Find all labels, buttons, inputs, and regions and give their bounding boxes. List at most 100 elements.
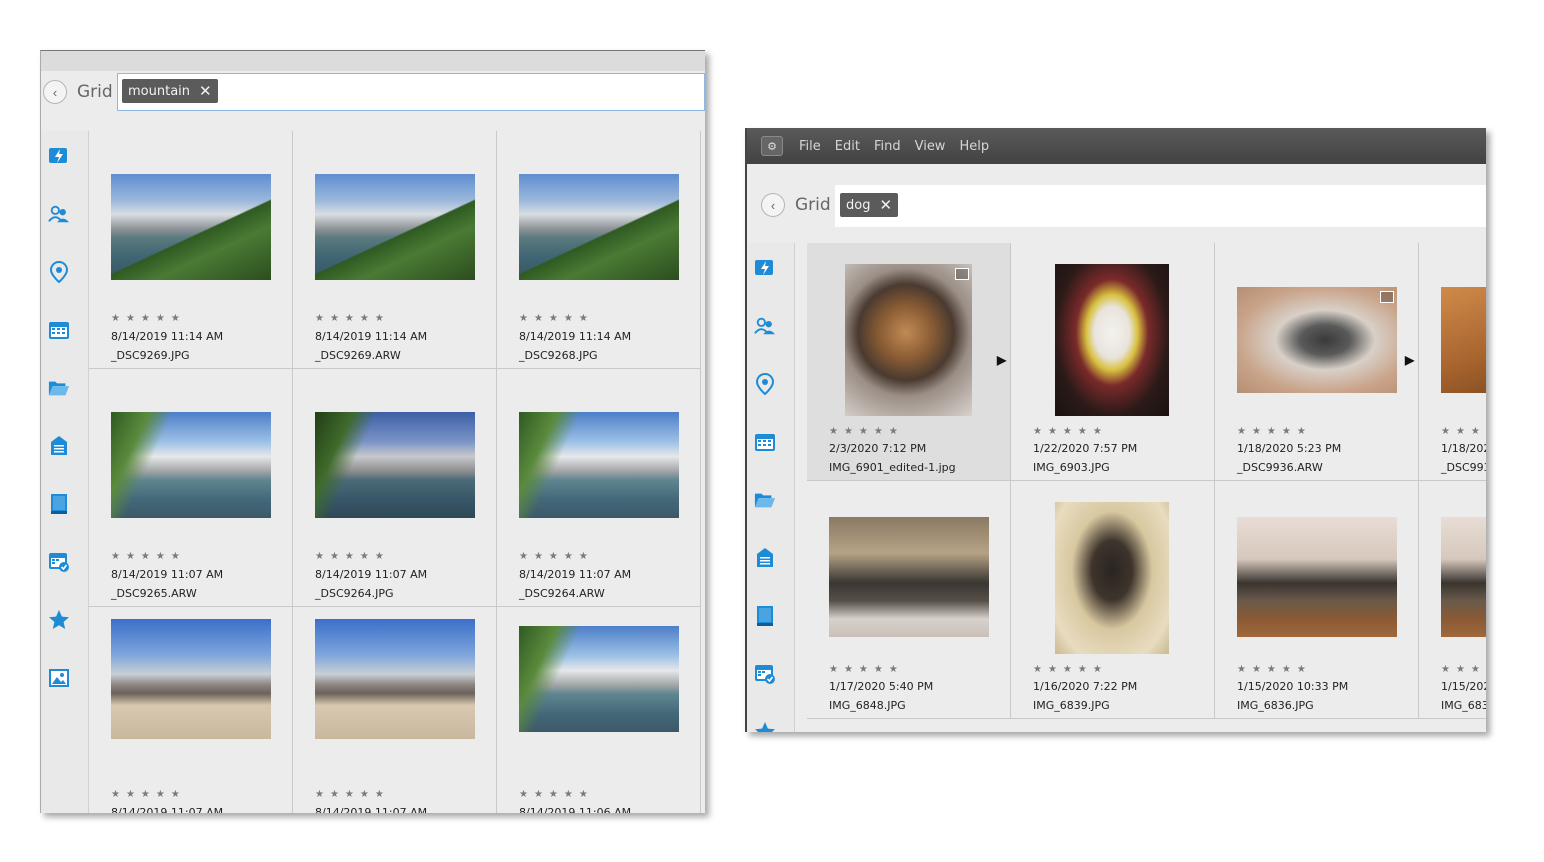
star-rating[interactable]: ★★★ [1441, 664, 1486, 675]
menu-help[interactable]: Help [959, 139, 989, 154]
photo-thumbnail[interactable] [315, 619, 475, 739]
search-input[interactable]: dog ✕ [835, 185, 1486, 227]
star-rating[interactable]: ★★★★★ [519, 789, 594, 800]
saved-search-icon[interactable] [754, 663, 776, 685]
instant-fix-icon[interactable] [48, 145, 70, 167]
places-icon[interactable] [754, 373, 776, 395]
grid-item[interactable]: ★★★★★ 8/14/2019 11:14 AM _DSC9269.ARW [293, 131, 497, 369]
file-name: IMG_6848.JPG [829, 699, 906, 712]
people-icon[interactable] [48, 203, 70, 225]
media-icon[interactable] [48, 667, 70, 689]
star-rating[interactable]: ★★★★★ [519, 313, 594, 324]
search-input[interactable]: mountain ✕ [117, 73, 705, 111]
star-rating[interactable]: ★★★★★ [519, 551, 594, 562]
favorites-icon[interactable] [48, 609, 70, 631]
grid-item[interactable]: ★★★★★ 1/17/2020 5:40 PM IMG_6848.JPG [807, 481, 1011, 719]
close-icon[interactable]: ✕ [199, 82, 212, 100]
menu-file[interactable]: File [799, 139, 821, 154]
file-name: IMG_6836.JPG [1237, 699, 1314, 712]
file-name: _DSC993 [1441, 461, 1486, 474]
photo-thumbnail[interactable] [111, 412, 271, 518]
grid-item[interactable]: ★★★★★ 8/14/2019 11:07 AM _DSC9264.JPG [293, 369, 497, 607]
photo-thumbnail[interactable] [1237, 287, 1397, 393]
folders-icon[interactable] [48, 377, 70, 399]
star-rating[interactable]: ★★★★★ [829, 664, 904, 675]
edited-badge-icon[interactable] [955, 268, 969, 280]
grid-item[interactable]: ★★★★★ 1/18/2020 5:23 PM _DSC9936.ARW ▶ [1215, 243, 1419, 481]
expand-stack-arrow-icon[interactable]: ▶ [1405, 353, 1414, 367]
photo-thumbnail[interactable] [845, 264, 972, 416]
grid-item[interactable]: ★★★★★ 8/14/2019 11:06 AM [497, 607, 701, 813]
folders-icon[interactable] [754, 489, 776, 511]
star-rating[interactable]: ★★★★★ [1237, 426, 1312, 437]
photo-thumbnail[interactable] [1237, 517, 1397, 637]
saved-search-icon[interactable] [48, 551, 70, 573]
chevron-left-icon[interactable]: ‹ [43, 80, 67, 104]
title-strip [41, 51, 705, 71]
close-icon[interactable]: ✕ [879, 196, 892, 214]
photo-thumbnail[interactable] [1055, 264, 1169, 416]
grid-item[interactable]: ★★★★★ 8/14/2019 11:07 AM [293, 607, 497, 813]
photo-thumbnail[interactable] [519, 174, 679, 280]
photo-thumbnail[interactable] [111, 174, 271, 280]
star-rating[interactable]: ★★★★★ [111, 551, 186, 562]
grid-item[interactable]: ★★★★★ 2/3/2020 7:12 PM IMG_6901_edited-1.j… [807, 243, 1011, 481]
instant-fix-icon[interactable] [754, 257, 776, 279]
grid-item[interactable]: ★★★★★ 8/14/2019 11:07 AM [89, 607, 293, 813]
capture-date: 1/22/2020 7:57 PM [1033, 442, 1138, 455]
grid-item[interactable]: ★★★★★ 8/14/2019 11:07 AM _DSC9264.ARW [497, 369, 701, 607]
people-icon[interactable] [754, 315, 776, 337]
file-name: _DSC9264.JPG [315, 587, 394, 600]
file-name: _DSC9936.ARW [1237, 461, 1323, 474]
search-tag[interactable]: mountain ✕ [122, 79, 218, 103]
stack-badge-icon[interactable] [1380, 291, 1394, 303]
places-icon[interactable] [48, 261, 70, 283]
grid-item[interactable]: ★★★★★ 1/15/2020 10:33 PM IMG_6836.JPG [1215, 481, 1419, 719]
grid-item[interactable]: ★★★★★ 8/14/2019 11:14 AM _DSC9268.JPG [497, 131, 701, 369]
star-rating[interactable]: ★★★★★ [315, 313, 390, 324]
star-rating[interactable]: ★★★★★ [315, 789, 390, 800]
photo-thumbnail[interactable] [519, 412, 679, 518]
menu-view[interactable]: View [915, 139, 946, 154]
capture-date: 8/14/2019 11:07 AM [315, 806, 428, 813]
grid-item[interactable]: ★★★★★ 1/22/2020 7:57 PM IMG_6903.JPG [1011, 243, 1215, 481]
star-rating[interactable]: ★★★★★ [111, 789, 186, 800]
albums-icon[interactable] [754, 605, 776, 627]
photo-thumbnail[interactable] [315, 412, 475, 518]
grid-view-label: Grid [795, 195, 831, 215]
star-rating[interactable]: ★★★★★ [315, 551, 390, 562]
photo-thumbnail[interactable] [829, 517, 989, 637]
photo-thumbnail[interactable] [111, 619, 271, 739]
file-name: _DSC9264.ARW [519, 587, 605, 600]
search-tag[interactable]: dog ✕ [840, 193, 899, 217]
albums-icon[interactable] [48, 493, 70, 515]
star-rating[interactable]: ★★★★★ [111, 313, 186, 324]
star-rating[interactable]: ★★★★★ [829, 426, 904, 437]
file-name: _DSC9269.JPG [111, 349, 190, 362]
grid-item[interactable]: ★★★★★ 1/16/2020 7:22 PM IMG_6839.JPG [1011, 481, 1215, 719]
photo-thumbnail[interactable] [1055, 502, 1169, 654]
tags-icon[interactable] [48, 435, 70, 457]
favorites-icon[interactable] [754, 721, 776, 732]
tags-icon[interactable] [754, 547, 776, 569]
search-row: ‹ Grid mountain ✕ [41, 71, 705, 129]
star-rating[interactable]: ★★★ [1441, 426, 1486, 437]
events-icon[interactable] [48, 319, 70, 341]
photo-thumbnail[interactable] [519, 626, 679, 732]
photo-thumbnail[interactable] [1441, 287, 1486, 393]
grid-item[interactable]: ★★★★★ 8/14/2019 11:07 AM _DSC9265.ARW [89, 369, 293, 607]
grid-item[interactable]: ★★★ 1/18/202 _DSC993 [1419, 243, 1486, 481]
expand-stack-arrow-icon[interactable]: ▶ [997, 353, 1006, 367]
star-rating[interactable]: ★★★★★ [1033, 426, 1108, 437]
star-rating[interactable]: ★★★★★ [1237, 664, 1312, 675]
grid-item[interactable]: ★★★ 1/15/202 IMG_683 [1419, 481, 1486, 719]
chevron-left-icon[interactable]: ‹ [761, 193, 785, 217]
photo-thumbnail[interactable] [1441, 517, 1486, 637]
photo-thumbnail[interactable] [315, 174, 475, 280]
star-rating[interactable]: ★★★★★ [1033, 664, 1108, 675]
menu-find[interactable]: Find [874, 139, 901, 154]
menu-edit[interactable]: Edit [835, 139, 860, 154]
capture-date: 8/14/2019 11:07 AM [315, 568, 428, 581]
events-icon[interactable] [754, 431, 776, 453]
grid-item[interactable]: ★★★★★ 8/14/2019 11:14 AM _DSC9269.JPG [89, 131, 293, 369]
